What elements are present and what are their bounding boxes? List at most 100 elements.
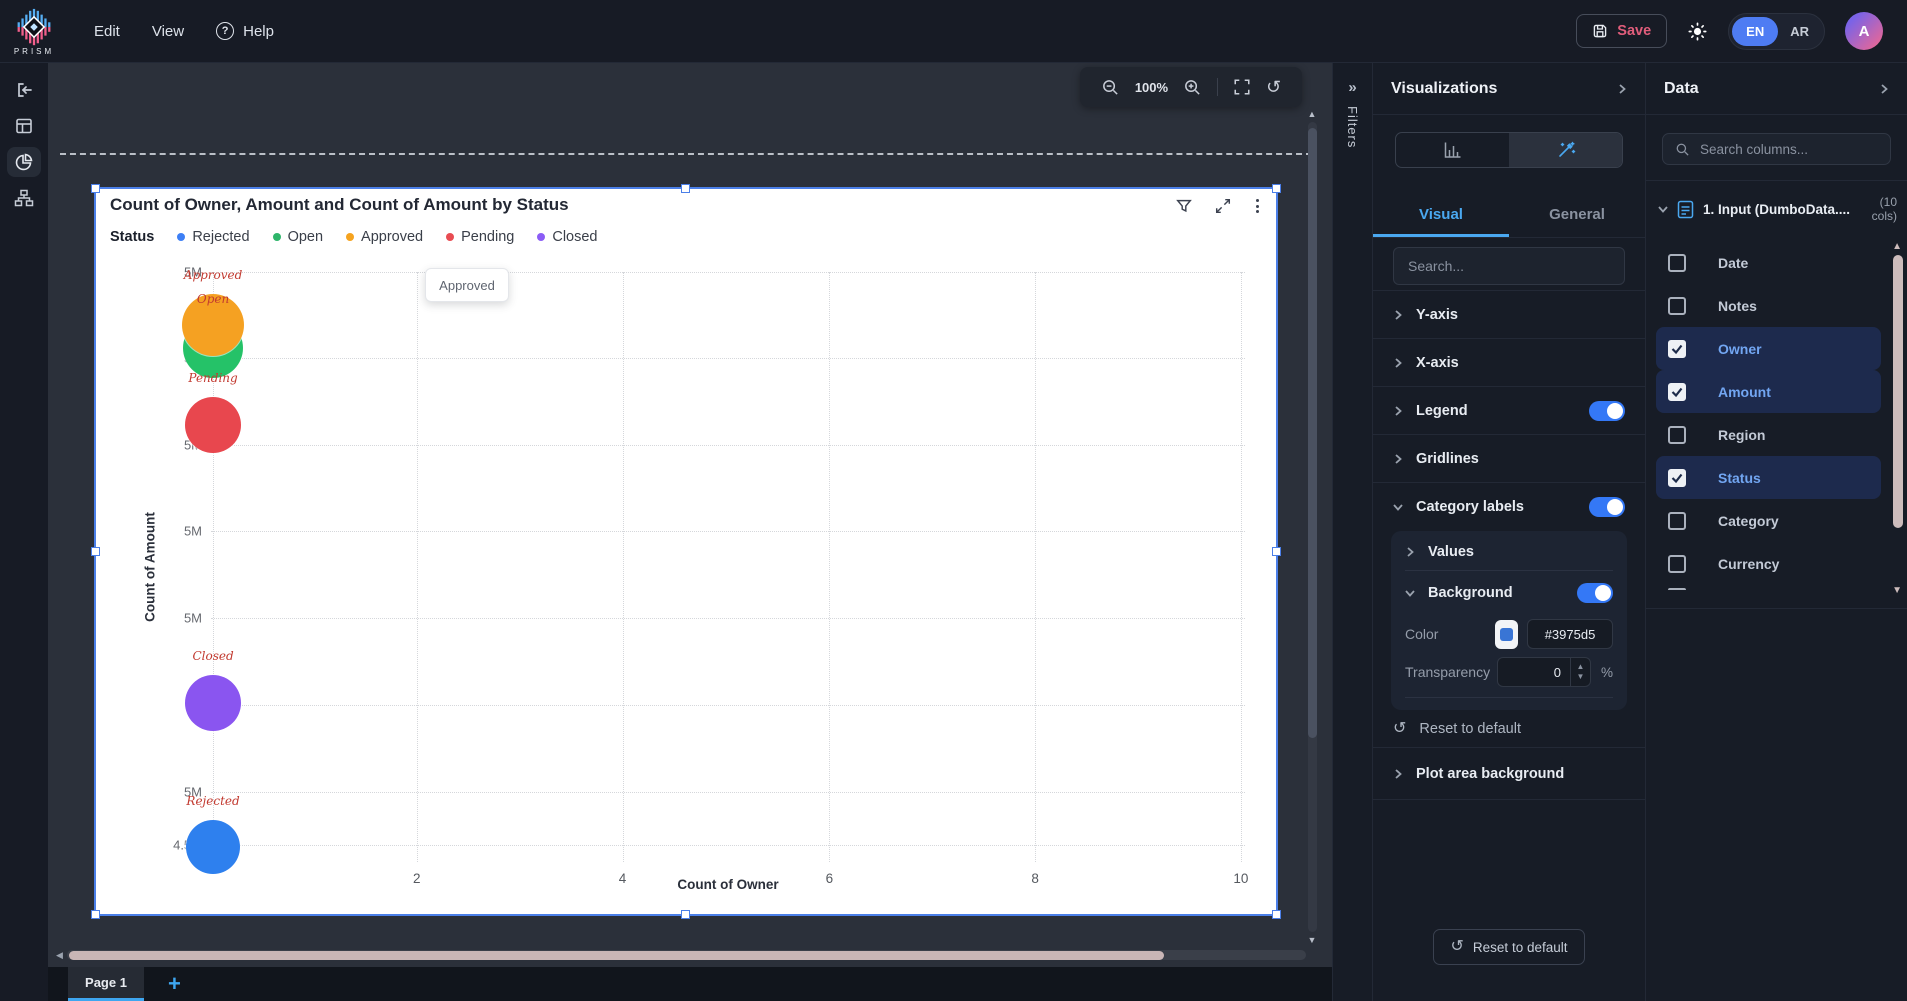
data-scrollbar-thumb[interactable] (1893, 255, 1903, 528)
background-toggle[interactable] (1577, 583, 1613, 603)
rail-model-button[interactable] (7, 183, 41, 213)
h-gridline (211, 444, 1245, 446)
filters-tab[interactable]: Filters (1345, 106, 1360, 148)
app-logo[interactable]: PRISM (0, 7, 62, 56)
section-legend[interactable]: Legend (1373, 387, 1645, 435)
rail-exit-button[interactable] (7, 75, 41, 105)
scroll-down-icon[interactable]: ▼ (1892, 585, 1902, 596)
scroll-left-icon[interactable]: ◀ (56, 950, 63, 961)
scroll-up-icon[interactable]: ▲ (1308, 109, 1317, 119)
viz-panel-title: Visualizations (1391, 79, 1498, 97)
field-row-category[interactable]: Category (1656, 499, 1881, 542)
legend-item-rejected[interactable]: Rejected (177, 229, 250, 245)
legend-item-open[interactable]: Open (272, 229, 323, 245)
scroll-down-icon[interactable]: ▼ (1308, 935, 1317, 945)
canvas[interactable]: 100% ↺ Count of Owner, Amount and Count (48, 63, 1332, 1001)
v-gridline (622, 272, 624, 862)
add-page-button[interactable]: + (168, 973, 181, 995)
field-checkbox-currency[interactable] (1668, 554, 1686, 573)
field-checkbox-category[interactable] (1668, 511, 1686, 530)
legend-item-pending[interactable]: Pending (446, 229, 514, 245)
color-hex-input[interactable]: #3975d5 (1527, 619, 1613, 649)
field-row-region[interactable]: Region (1656, 413, 1881, 456)
bubble-closed[interactable] (185, 675, 242, 732)
topbar-actions: Save EN AR A (1576, 12, 1907, 50)
zoom-out-button[interactable] (1101, 78, 1120, 97)
section-gridlines[interactable]: Gridlines (1373, 435, 1645, 483)
user-avatar[interactable]: A (1845, 12, 1883, 50)
reset-to-default-button[interactable]: ↺ Reset to default (1432, 929, 1586, 965)
color-row: Color #3975d5 (1405, 615, 1613, 653)
values-row[interactable]: Values (1405, 533, 1613, 571)
theme-toggle-button[interactable] (1687, 21, 1708, 42)
section-y-axis[interactable]: Y-axis (1373, 291, 1645, 339)
field-checkbox-notes[interactable] (1668, 296, 1686, 315)
canvas-vertical-scrollbar[interactable]: ▲ ▼ (1306, 109, 1318, 945)
transparency-stepper[interactable]: ▲ ▼ (1569, 658, 1590, 686)
section-x-axis[interactable]: X-axis (1373, 339, 1645, 387)
viz-search-input[interactable]: Search... (1393, 247, 1625, 285)
legend-item-closed[interactable]: Closed (537, 229, 597, 245)
data-source-row[interactable]: 1. Input (DumboData.... (10 cols) (1646, 181, 1907, 237)
chevron-right-icon[interactable] (1879, 83, 1889, 95)
zoom-level: 100% (1134, 79, 1169, 95)
field-row-currency[interactable]: Currency (1656, 542, 1881, 585)
expand-icon[interactable] (1214, 197, 1232, 215)
menu-view[interactable]: View (152, 23, 184, 40)
vscroll-thumb[interactable] (1307, 128, 1317, 738)
chevron-right-icon[interactable] (1617, 83, 1627, 95)
brand-name: PRISM (13, 46, 55, 56)
data-panel: Data Search columns... 1. Input (DumboDa… (1645, 63, 1907, 1001)
section-category-labels[interactable]: Category labels (1373, 483, 1645, 531)
bubble-rejected[interactable] (186, 820, 241, 875)
legend-item-approved[interactable]: Approved (346, 229, 423, 245)
save-button[interactable]: Save (1576, 14, 1668, 48)
page-tab-1[interactable]: Page 1 (68, 967, 144, 1001)
menu-help[interactable]: ? Help (216, 22, 274, 40)
bubble-pending[interactable] (185, 396, 242, 453)
tab-general[interactable]: General (1509, 195, 1645, 237)
more-options-icon[interactable] (1253, 199, 1262, 213)
field-row-notes[interactable]: Notes (1656, 284, 1881, 327)
chart-type-button[interactable] (1396, 133, 1509, 167)
hscroll-track[interactable] (66, 950, 1306, 960)
field-checkbox-owner[interactable] (1668, 339, 1686, 358)
reset-icon: ↺ (1393, 719, 1407, 737)
transparency-input[interactable]: 0 ▲ ▼ (1496, 657, 1591, 687)
section-plot-area-background[interactable]: Plot area background (1373, 748, 1645, 800)
legend-toggle[interactable] (1589, 400, 1625, 421)
field-checkbox-amount[interactable] (1668, 382, 1686, 401)
menu-edit[interactable]: Edit (94, 23, 120, 40)
scroll-up-icon[interactable]: ▲ (1892, 241, 1902, 252)
format-button[interactable] (1509, 133, 1622, 167)
columns-search-input[interactable]: Search columns... (1662, 133, 1891, 165)
color-swatch[interactable] (1495, 619, 1518, 649)
rail-layout-button[interactable] (7, 111, 41, 141)
field-row-amount[interactable]: Amount (1656, 370, 1881, 413)
lang-ar-button[interactable]: AR (1778, 17, 1821, 46)
field-row-date[interactable]: Date (1656, 241, 1881, 284)
filter-icon[interactable] (1175, 197, 1193, 215)
background-row[interactable]: Background (1405, 571, 1613, 615)
vscroll-track[interactable] (1307, 122, 1317, 932)
x-tick-label: 4 (618, 871, 627, 886)
hscroll-thumb[interactable] (68, 950, 1164, 960)
legend-title: Status (110, 229, 155, 245)
reset-category-labels-link[interactable]: ↺ Reset to default (1373, 710, 1645, 748)
field-row-status[interactable]: Status (1656, 456, 1881, 499)
chart-widget[interactable]: Count of Owner, Amount and Count of Amou… (94, 187, 1278, 916)
field-checkbox-region[interactable] (1668, 425, 1686, 444)
collapse-panel-icon[interactable]: » (1348, 79, 1356, 96)
y-tick-label: 5M (183, 523, 202, 539)
zoom-in-button[interactable] (1183, 78, 1202, 97)
field-checkbox-status[interactable] (1668, 468, 1686, 487)
rail-visualize-button[interactable] (7, 147, 41, 177)
reset-zoom-button[interactable]: ↺ (1266, 78, 1281, 96)
category-labels-toggle[interactable] (1589, 497, 1625, 517)
lang-en-button[interactable]: EN (1732, 16, 1779, 46)
tab-visual[interactable]: Visual (1373, 195, 1509, 237)
fit-screen-button[interactable] (1233, 78, 1251, 96)
canvas-horizontal-scrollbar[interactable]: ◀ (56, 949, 1306, 961)
field-row-owner[interactable]: Owner (1656, 327, 1881, 370)
field-checkbox-date[interactable] (1668, 253, 1686, 272)
